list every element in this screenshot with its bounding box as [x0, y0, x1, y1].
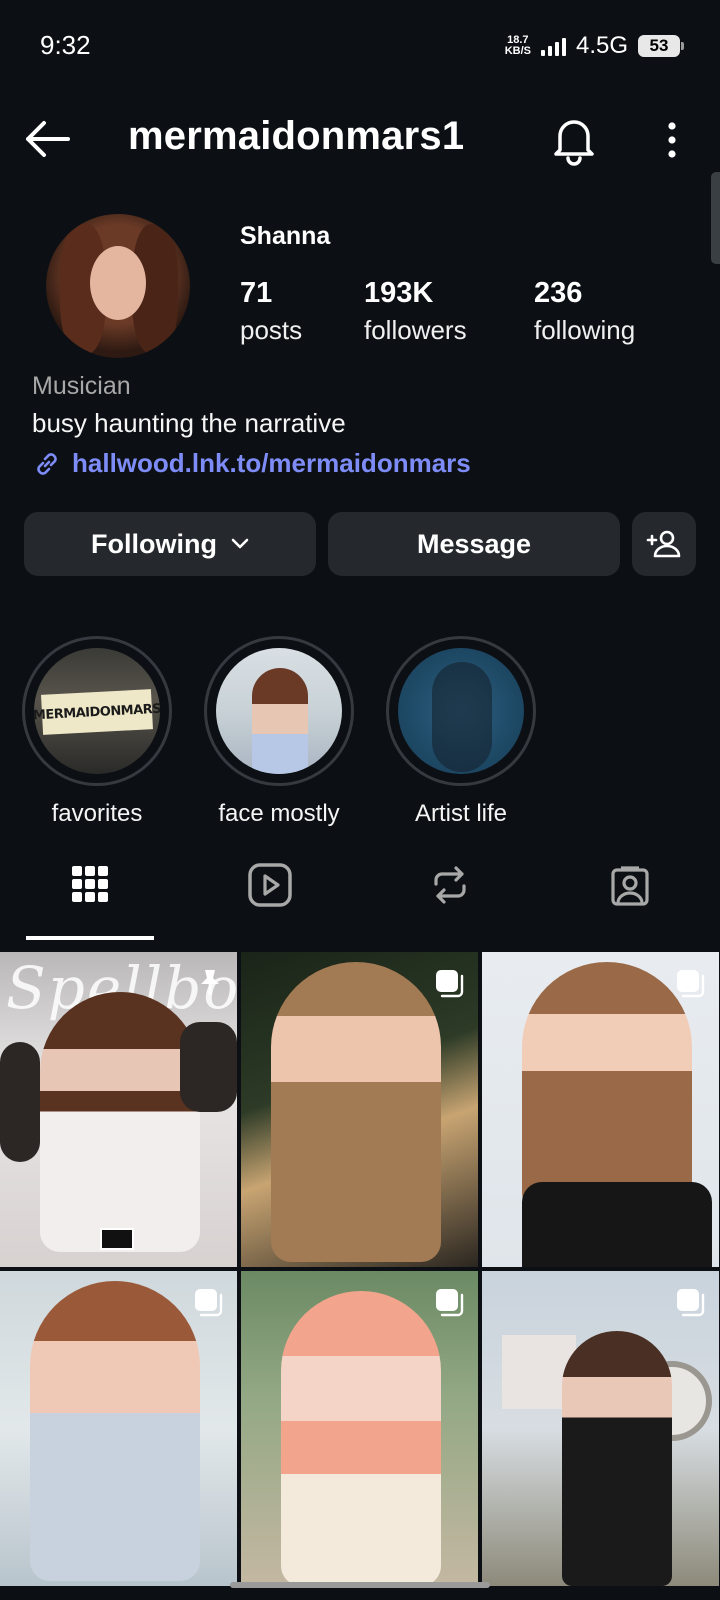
stat-label: followers [364, 315, 467, 345]
carousel-icon [436, 1289, 464, 1317]
link-icon [37, 452, 57, 475]
status-bar: 9:32 18.7 KB/S 4.5G 53 [0, 0, 720, 90]
suggested-users-button[interactable] [632, 512, 696, 576]
back-button[interactable] [22, 116, 72, 162]
post-thumbnail[interactable] [482, 1271, 719, 1586]
message-button[interactable]: Message [328, 512, 620, 576]
tab-reposts[interactable] [360, 856, 540, 940]
chevron-down-icon [231, 538, 249, 549]
post-thumbnail[interactable] [241, 1271, 478, 1586]
highlight-label: Artist life [414, 800, 507, 827]
carousel-icon [677, 970, 705, 998]
reels-icon [248, 863, 292, 907]
stat-value: 71 [240, 277, 273, 309]
link-text: hallwood.lnk.to/mermaidonmars [72, 448, 471, 478]
post-thumbnail[interactable]: Spellbook [0, 952, 237, 1267]
more-vertical-icon [668, 122, 676, 158]
more-options-button[interactable] [652, 118, 692, 162]
add-user-icon [646, 530, 681, 558]
reposts-icon [434, 866, 466, 904]
tab-reels[interactable] [180, 856, 360, 940]
carousel-icon [677, 1289, 705, 1317]
following-label: Following [91, 528, 217, 559]
profile-category: Musician [32, 372, 131, 400]
status-indicators: 18.7 KB/S 4.5G 53 [504, 32, 684, 60]
highlight-ring [386, 636, 536, 786]
pin-icon [201, 970, 219, 996]
stat-following[interactable]: 236 following [534, 276, 635, 350]
stat-value: 193K [364, 277, 434, 309]
message-label: Message [416, 528, 532, 559]
profile-link[interactable]: hallwood.lnk.to/mermaidonmars [32, 448, 471, 479]
highlight-sign: MERMAIDONMARS [34, 689, 160, 735]
highlight-cover [216, 648, 342, 774]
network-type: 4.5G [575, 32, 628, 59]
profile-tabs [0, 856, 720, 940]
highlight-face-mostly[interactable]: face mostly [204, 636, 354, 828]
carousel-icon [195, 1289, 223, 1317]
highlight-artist-life[interactable]: Artist life [386, 636, 536, 828]
stat-posts[interactable]: 71 posts [240, 276, 302, 350]
back-arrow-icon [26, 121, 70, 157]
stat-value: 236 [534, 277, 583, 309]
scroll-handle[interactable] [711, 172, 720, 264]
post-thumbnail[interactable] [0, 1271, 237, 1586]
network-speed: 18.7 KB/S [504, 34, 531, 57]
tab-tagged[interactable] [540, 856, 720, 940]
home-indicator[interactable] [230, 1582, 490, 1588]
highlight-label: face mostly [218, 800, 340, 827]
grid-icon [72, 866, 108, 902]
signal-icon [540, 36, 566, 56]
bell-icon [554, 120, 594, 166]
stat-label: posts [240, 315, 303, 345]
battery-icon: 53 [638, 35, 684, 57]
active-tab-indicator [26, 936, 154, 940]
stat-label: following [534, 315, 636, 345]
highlight-favorites[interactable]: MERMAIDONMARS favorites [22, 636, 172, 828]
highlight-label: favorites [51, 800, 143, 827]
carousel-icon [436, 970, 464, 998]
profile-username: mermaidonmars1 [128, 114, 465, 158]
stat-followers[interactable]: 193K followers [364, 276, 467, 350]
post-thumbnail[interactable] [482, 952, 719, 1267]
notifications-button[interactable] [550, 112, 598, 166]
tab-posts-grid[interactable] [0, 856, 180, 940]
highlight-ring: MERMAIDONMARS [22, 636, 172, 786]
profile-avatar[interactable] [46, 214, 190, 358]
highlight-ring [204, 636, 354, 786]
following-button[interactable]: Following [24, 512, 316, 576]
profile-bio: busy haunting the narrative [32, 408, 346, 438]
highlight-cover [398, 648, 524, 774]
highlight-cover: MERMAIDONMARS [34, 648, 160, 774]
profile-header-bar: mermaidonmars1 [0, 100, 720, 180]
display-name: Shanna [240, 222, 331, 250]
post-thumbnail[interactable] [241, 952, 478, 1267]
status-time: 9:32 [40, 30, 91, 60]
tagged-icon [611, 866, 649, 906]
